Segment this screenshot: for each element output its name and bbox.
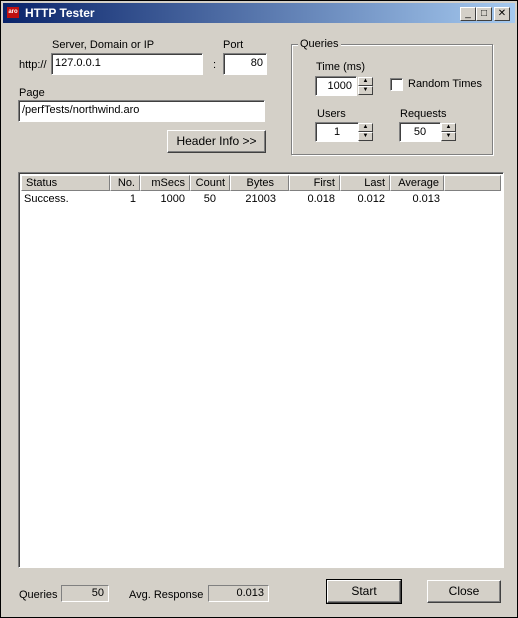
queries-group-legend: Queries: [298, 38, 341, 50]
window-title: HTTP Tester: [25, 6, 95, 20]
column-header-average[interactable]: Average: [390, 175, 444, 191]
column-header-bytes[interactable]: Bytes: [230, 175, 289, 191]
start-button[interactable]: Start: [326, 579, 402, 604]
time-spinner[interactable]: ▲ ▼: [358, 77, 373, 95]
column-header-first[interactable]: First: [289, 175, 340, 191]
time-label: Time (ms): [316, 61, 366, 73]
requests-spinner[interactable]: ▲ ▼: [441, 123, 456, 141]
users-input[interactable]: 1: [315, 122, 359, 142]
time-input[interactable]: 1000: [315, 76, 357, 96]
header-info-button[interactable]: Header Info >>: [167, 130, 266, 153]
close-button[interactable]: Close: [427, 580, 501, 603]
spin-up-icon[interactable]: ▲: [358, 123, 373, 132]
http-prefix-label: http://: [19, 59, 47, 71]
column-header-no[interactable]: No.: [110, 175, 140, 191]
column-header-count[interactable]: Count: [190, 175, 230, 191]
title-bar[interactable]: aro HTTP Tester _ □ ✕: [3, 3, 515, 23]
http-tester-window: aro HTTP Tester _ □ ✕ Server, Domain or …: [0, 0, 518, 618]
queries-total-label: Queries: [19, 589, 58, 601]
avg-response-label: Avg. Response: [129, 589, 204, 601]
page-label: Page: [19, 87, 45, 99]
port-input[interactable]: 80: [223, 53, 267, 75]
spin-down-icon[interactable]: ▼: [358, 132, 373, 141]
random-times-label: Random Times: [408, 78, 482, 90]
port-label: Port: [223, 39, 244, 51]
bytes-cell: 21003: [245, 193, 276, 205]
results-listview[interactable]: Status No. mSecs Count Bytes First Last …: [18, 172, 504, 568]
maximize-button[interactable]: □: [476, 7, 492, 21]
server-label: Server, Domain or IP: [52, 39, 155, 51]
random-times-checkbox[interactable]: [390, 78, 403, 91]
no-cell: 1: [129, 193, 136, 205]
status-cell: Success.: [24, 193, 69, 205]
close-window-button[interactable]: ✕: [494, 7, 510, 21]
average-cell: 0.013: [412, 193, 440, 205]
app-icon: aro: [7, 7, 19, 18]
requests-label: Requests: [400, 108, 447, 120]
spin-down-icon[interactable]: ▼: [358, 86, 373, 95]
users-label: Users: [317, 108, 346, 120]
column-header-msecs[interactable]: mSecs: [140, 175, 190, 191]
port-separator: :: [213, 59, 217, 71]
column-header-filler: [444, 175, 501, 191]
spin-down-icon[interactable]: ▼: [441, 132, 456, 141]
server-input[interactable]: 127.0.0.1: [51, 53, 203, 75]
last-cell: 0.012: [357, 193, 385, 205]
avg-response-value: 0.013: [208, 585, 269, 602]
page-input[interactable]: /perfTests/northwind.aro: [18, 100, 265, 122]
column-header-status[interactable]: Status: [21, 175, 110, 191]
minimize-button[interactable]: _: [460, 7, 476, 21]
users-spinner[interactable]: ▲ ▼: [358, 123, 373, 141]
requests-input[interactable]: 50: [399, 122, 441, 142]
msecs-cell: 1000: [160, 193, 185, 205]
first-cell: 0.018: [307, 193, 335, 205]
column-header-last[interactable]: Last: [340, 175, 390, 191]
queries-total-value: 50: [61, 585, 109, 602]
count-cell: 50: [203, 193, 216, 205]
spin-up-icon[interactable]: ▲: [358, 77, 373, 86]
spin-up-icon[interactable]: ▲: [441, 123, 456, 132]
